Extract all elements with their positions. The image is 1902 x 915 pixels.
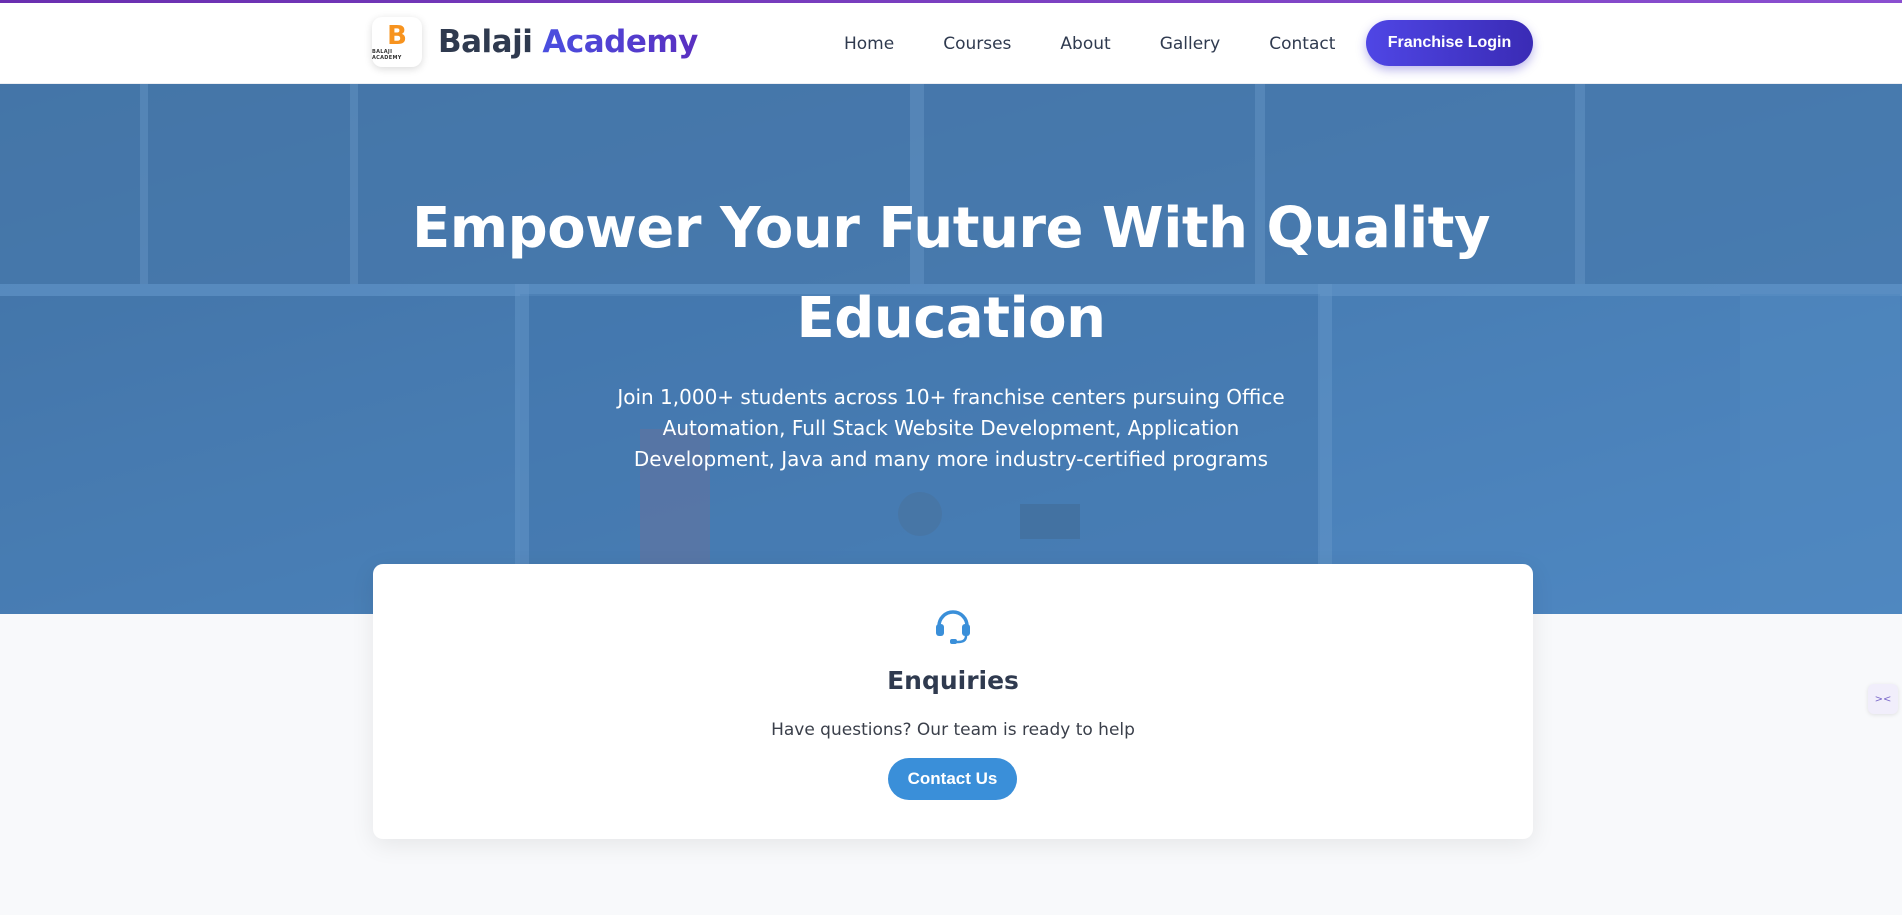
brand-name-part1: Balaji: [438, 24, 533, 60]
nav-gallery[interactable]: Gallery: [1160, 34, 1221, 54]
hero-title: Empower Your Future With Quality Educati…: [0, 184, 1902, 364]
nav-home[interactable]: Home: [844, 34, 894, 54]
headset-icon: [936, 610, 970, 644]
logo-letter: B: [387, 21, 407, 51]
hero-section: Empower Your Future With Quality Educati…: [0, 84, 1902, 614]
brand-name-part2: Academy: [542, 24, 698, 60]
nav-courses[interactable]: Courses: [943, 34, 1011, 54]
logo-icon: B BALAJI ACADEMY: [372, 17, 422, 67]
brand[interactable]: B BALAJI ACADEMY Balaji Academy: [372, 17, 698, 67]
hero-title-line2: Education: [796, 286, 1107, 351]
side-widget-icon[interactable]: ><: [1868, 684, 1898, 714]
brand-name: Balaji Academy: [438, 24, 698, 60]
enquiry-text: Have questions? Our team is ready to hel…: [771, 720, 1135, 740]
nav-about[interactable]: About: [1060, 34, 1110, 54]
navbar: B BALAJI ACADEMY Balaji Academy Home Cour…: [0, 3, 1902, 84]
hero-title-line1: Empower Your Future With Quality: [412, 196, 1490, 261]
enquiry-title: Enquiries: [887, 666, 1019, 695]
enquiry-card: Enquiries Have questions? Our team is re…: [373, 564, 1533, 839]
contact-us-button[interactable]: Contact Us: [888, 758, 1017, 800]
hero-subtitle: Join 1,000+ students across 10+ franchis…: [617, 385, 1285, 471]
franchise-login-button[interactable]: Franchise Login: [1366, 20, 1533, 66]
logo-caption: BALAJI ACADEMY: [372, 49, 402, 61]
nav-contact[interactable]: Contact: [1269, 34, 1335, 54]
main-nav: Home Courses About Gallery Contact: [844, 3, 1384, 84]
